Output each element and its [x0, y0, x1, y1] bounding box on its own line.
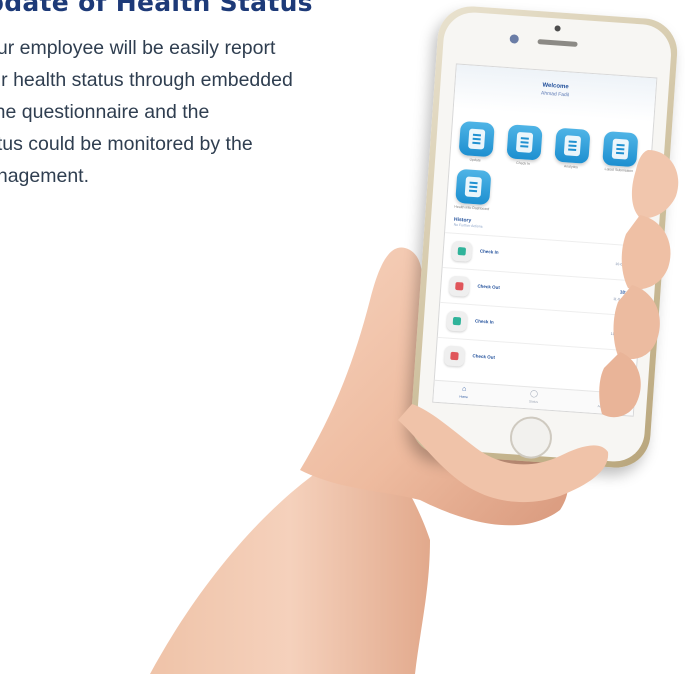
- hand-holding-phone-illustration: Welcome Ahmad Fadil Update Check In Anal…: [0, 0, 685, 674]
- finger-shape: [621, 215, 671, 290]
- finger-shape: [631, 150, 679, 219]
- finger-shape: [599, 352, 641, 418]
- thumb-shape: [398, 404, 609, 503]
- finger-shape: [613, 285, 660, 360]
